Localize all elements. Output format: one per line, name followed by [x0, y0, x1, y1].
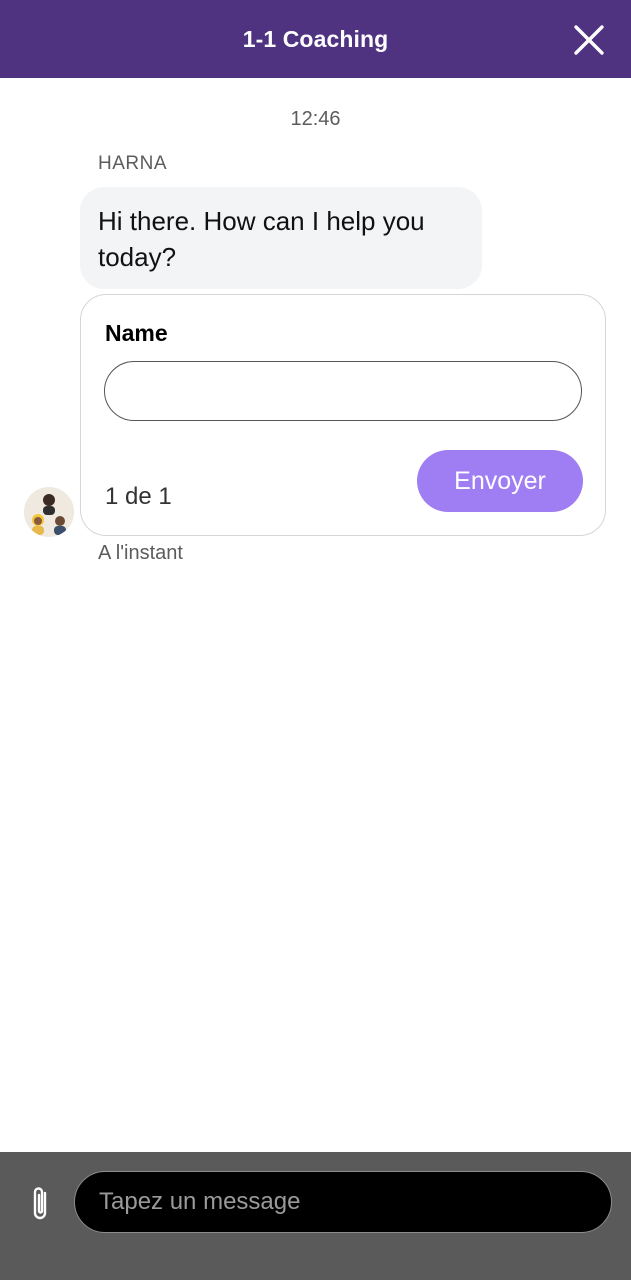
agent-avatar	[24, 487, 74, 537]
name-input[interactable]	[104, 361, 582, 421]
close-button[interactable]	[573, 24, 605, 56]
message-input[interactable]	[74, 1171, 612, 1233]
send-button[interactable]: Envoyer	[417, 450, 583, 512]
form-pager: 1 de 1	[105, 483, 172, 510]
close-icon	[574, 25, 604, 55]
message-timestamp: A l'instant	[98, 542, 183, 564]
composer-bar	[0, 1152, 631, 1280]
header-bar: 1-1 Coaching	[0, 0, 631, 78]
name-form-card: Name 1 de 1 Envoyer	[80, 294, 606, 536]
message-text: Hi there. How can I help you today?	[98, 206, 425, 272]
name-field-label: Name	[105, 320, 168, 346]
group-avatar-icon	[24, 487, 74, 537]
paperclip-icon	[33, 1187, 47, 1220]
message-bubble: Hi there. How can I help you today?	[80, 187, 482, 289]
attach-button[interactable]	[26, 1184, 56, 1224]
sender-name: HARNA	[98, 153, 168, 174]
chat-screen: 1-1 Coaching 12:46 HARNA Hi there. How c…	[0, 0, 631, 1280]
header-title: 1-1 Coaching	[242, 25, 389, 52]
conversation-time: 12:46	[290, 108, 341, 130]
